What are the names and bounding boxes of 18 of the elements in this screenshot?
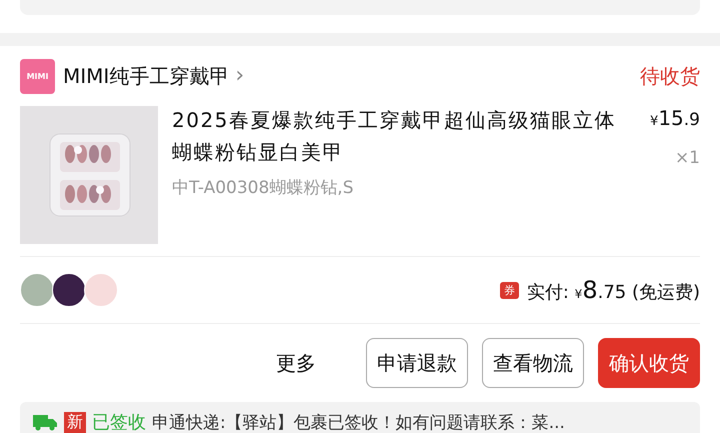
action-button[interactable]: 确认收货 bbox=[598, 338, 700, 388]
new-badge: 新 bbox=[64, 412, 86, 432]
chevron-icon[interactable]: › bbox=[235, 65, 244, 87]
product-title[interactable]: 2025春夏爆款纯手工穿戴甲超仙高级猫眼立体蝴蝶粉钻显白美甲 bbox=[172, 104, 616, 168]
logistics-bar[interactable]: 新 已签收 申通快递:【驿站】包裹已签收！如有问题请联系：菜... bbox=[20, 402, 700, 433]
coupon-badge: 券 bbox=[500, 282, 519, 298]
delivery-status: 已签收 bbox=[92, 411, 146, 433]
quantity: ×1 bbox=[674, 148, 700, 168]
shop-name[interactable]: MIMI纯手工穿戴甲 bbox=[63, 62, 230, 90]
action-button[interactable]: 查看物流 bbox=[482, 338, 584, 388]
truck-icon bbox=[32, 413, 58, 431]
paid-amount: 实付: ¥8.75 (免运费) bbox=[526, 276, 700, 304]
product-variant: 中T-A00308蝴蝶粉钻,S bbox=[172, 177, 354, 199]
shop-logo: MIMI bbox=[20, 58, 55, 94]
product-price: ¥15.9 bbox=[649, 106, 700, 130]
action-button[interactable]: 申请退款 bbox=[366, 338, 468, 388]
logistics-message: 申通快递:【驿站】包裹已签收！如有问题请联系：菜... bbox=[152, 412, 565, 433]
order-status: 待收货 bbox=[640, 62, 700, 90]
